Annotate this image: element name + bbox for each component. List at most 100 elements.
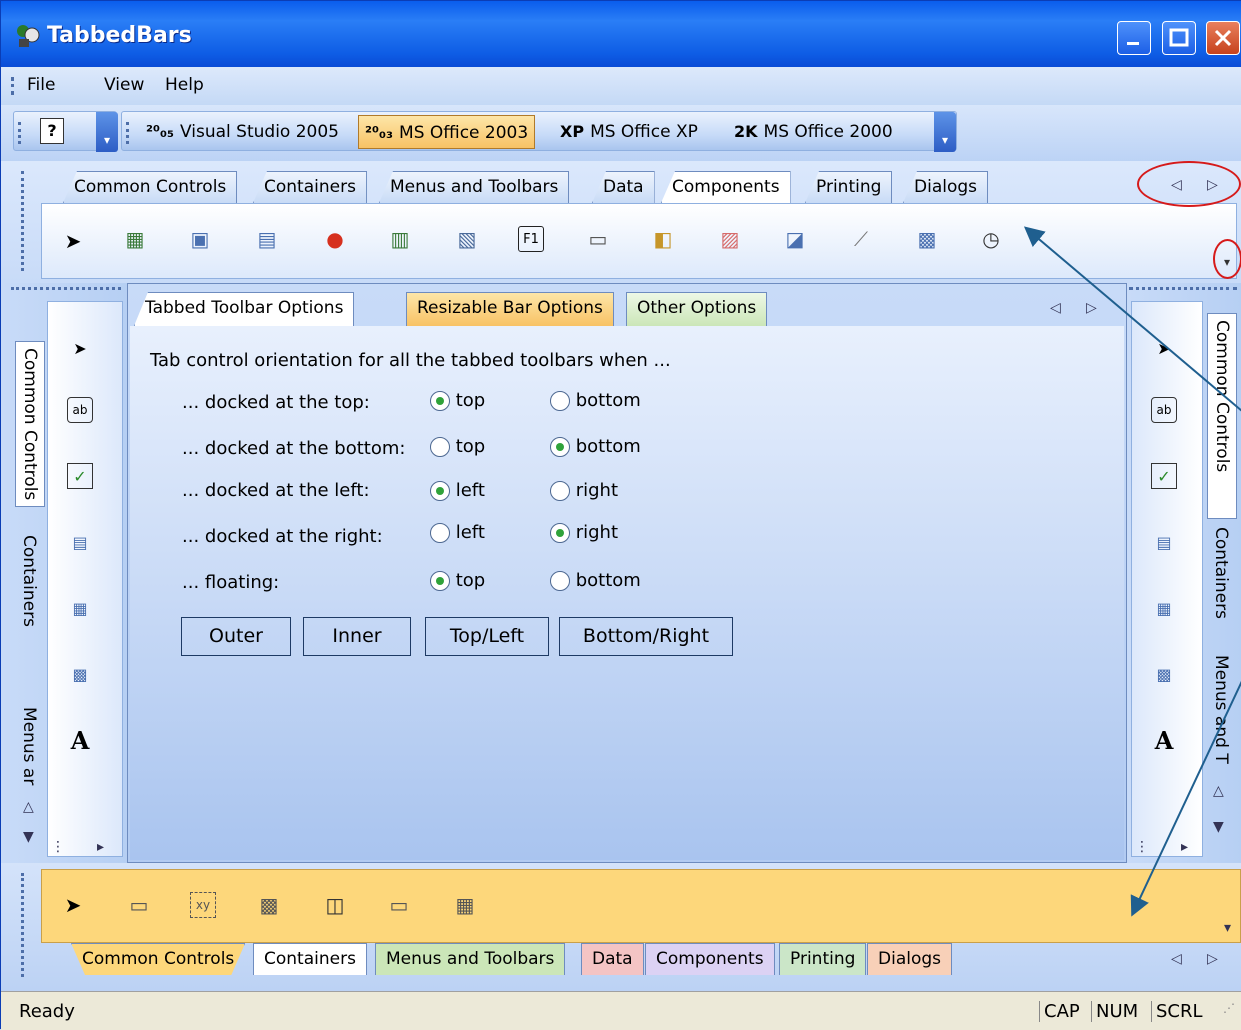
radio-icon[interactable]: [550, 571, 570, 591]
flowlayoutpanel-icon[interactable]: ▭: [126, 892, 152, 918]
tab-other-options[interactable]: Other Options: [626, 292, 768, 326]
scroll-up-icon[interactable]: △: [23, 799, 34, 815]
messagequeue-icon[interactable]: ◧: [650, 226, 676, 252]
errorprovider-icon[interactable]: ●: [322, 226, 348, 252]
timer-icon[interactable]: ◷: [978, 226, 1004, 252]
close-button[interactable]: [1206, 21, 1240, 55]
theme-office-2003-button[interactable]: ²⁰₀₃ MS Office 2003: [358, 115, 536, 149]
radio-icon[interactable]: [550, 523, 570, 543]
radio-left-docked-right[interactable]: left: [430, 522, 485, 543]
textbox-icon[interactable]: ab: [1151, 397, 1177, 423]
imagelist-icon[interactable]: ▭: [585, 226, 611, 252]
toolbar-grip[interactable]: [21, 873, 24, 977]
splitcontainer-icon[interactable]: ◫: [322, 892, 348, 918]
scroll-down-icon[interactable]: ▼: [23, 829, 34, 845]
performancecounter-icon[interactable]: ▨: [717, 226, 743, 252]
checkbox-icon[interactable]: ✓: [67, 463, 93, 489]
menu-file[interactable]: File: [27, 75, 55, 95]
resize-grip-icon[interactable]: ⋰: [1223, 1001, 1235, 1015]
radio-icon[interactable]: [550, 481, 570, 501]
eventlog-icon[interactable]: ▧: [454, 226, 480, 252]
groupbox-icon[interactable]: xy: [190, 892, 216, 918]
menu-view[interactable]: View: [104, 75, 144, 95]
scroll-right-icon[interactable]: ▷: [1086, 300, 1097, 316]
radio-bottom-docked-bottom[interactable]: bottom: [550, 436, 641, 457]
toolbar-grip[interactable]: [126, 122, 129, 144]
tab-printing[interactable]: Printing: [779, 943, 867, 975]
combobox-icon[interactable]: ▦: [67, 595, 93, 621]
bindingsource-icon[interactable]: ▣: [187, 226, 213, 252]
scroll-up-icon[interactable]: △: [1213, 783, 1224, 799]
tab-tabbed-toolbar-options[interactable]: Tabbed Toolbar Options: [134, 292, 355, 326]
radio-left-docked-left[interactable]: left: [430, 480, 485, 501]
radio-top-floating[interactable]: top: [430, 570, 485, 591]
directorysearcher-icon[interactable]: ▥: [387, 226, 413, 252]
help-icon[interactable]: ?: [40, 118, 64, 144]
tab-containers[interactable]: Containers: [253, 943, 367, 975]
radio-icon[interactable]: [550, 391, 570, 411]
tab-data[interactable]: Data: [592, 171, 655, 203]
toolbar-overflow-chevron[interactable]: ▾: [934, 112, 956, 152]
serialport-icon[interactable]: ⟋: [848, 226, 874, 252]
radio-right-docked-right[interactable]: right: [550, 522, 618, 543]
pointer-icon[interactable]: ➤: [1151, 335, 1177, 361]
tab-components[interactable]: Components: [661, 171, 791, 203]
outer-button[interactable]: Outer: [181, 617, 291, 656]
pointer-icon[interactable]: ➤: [60, 228, 86, 254]
scroll-right-icon[interactable]: ▷: [1207, 951, 1218, 967]
tab-components[interactable]: Components: [645, 943, 775, 975]
servicecontroller-icon[interactable]: ▩: [914, 226, 940, 252]
dataset-icon[interactable]: ▦: [122, 226, 148, 252]
helpprovider-icon[interactable]: F1: [518, 226, 544, 252]
tab-data[interactable]: Data: [581, 943, 644, 975]
tab-common-controls[interactable]: Common Controls: [71, 943, 245, 975]
tab-dialogs[interactable]: Dialogs: [903, 171, 989, 203]
right-tab-containers[interactable]: Containers: [1207, 521, 1235, 625]
theme-office-2000-button[interactable]: 2K MS Office 2000: [728, 115, 899, 149]
toolbar-overflow-chevron[interactable]: ▾: [1224, 920, 1231, 936]
radio-top-docked-bottom[interactable]: top: [430, 436, 485, 457]
radio-icon[interactable]: [430, 437, 450, 457]
radio-icon[interactable]: [430, 571, 450, 591]
radio-icon[interactable]: [430, 481, 450, 501]
radio-icon[interactable]: [550, 437, 570, 457]
panel-icon[interactable]: ▩: [256, 892, 282, 918]
tab-menus-and-toolbars[interactable]: Menus and Toolbars: [379, 171, 570, 203]
toolbar-expand-icon[interactable]: ▸: [97, 839, 104, 855]
combobox-icon[interactable]: ▦: [1151, 595, 1177, 621]
top-left-button[interactable]: Top/Left: [425, 617, 549, 656]
tabcontrol-icon[interactable]: ▭: [386, 892, 412, 918]
datetimepicker-icon[interactable]: ▩: [1151, 661, 1177, 687]
tablelayoutpanel-icon[interactable]: ▦: [452, 892, 478, 918]
theme-visual-studio-2005-button[interactable]: ²⁰₀₅ Visual Studio 2005: [140, 115, 345, 149]
toolbar-expand-icon[interactable]: ▸: [1181, 839, 1188, 855]
inner-button[interactable]: Inner: [303, 617, 411, 656]
theme-office-xp-button[interactable]: XP MS Office XP: [554, 115, 704, 149]
left-tab-containers[interactable]: Containers: [15, 529, 43, 633]
tab-menus-and-toolbars[interactable]: Menus and Toolbars: [375, 943, 566, 975]
menu-grip[interactable]: [11, 77, 14, 95]
radio-bottom-floating[interactable]: bottom: [550, 570, 641, 591]
toolbar-more-icon[interactable]: ⋮: [51, 839, 65, 855]
right-tab-menus[interactable]: Menus and T: [1207, 649, 1235, 770]
datetimepicker-icon[interactable]: ▩: [67, 661, 93, 687]
tab-containers[interactable]: Containers: [253, 171, 367, 203]
bottom-right-button[interactable]: Bottom/Right: [559, 617, 733, 656]
radio-icon[interactable]: [430, 523, 450, 543]
pointer-icon[interactable]: ➤: [67, 335, 93, 361]
maximize-button[interactable]: [1162, 21, 1196, 55]
scroll-left-icon[interactable]: ◁: [1050, 300, 1061, 316]
textbox-icon[interactable]: ab: [67, 397, 93, 423]
toolbar-grip[interactable]: [1129, 287, 1237, 290]
scroll-left-icon[interactable]: ◁: [1171, 951, 1182, 967]
label-icon[interactable]: A: [67, 726, 93, 755]
tab-printing[interactable]: Printing: [805, 171, 893, 203]
checkedlist-icon[interactable]: ▤: [67, 529, 93, 555]
radio-top-docked-top[interactable]: top: [430, 390, 485, 411]
label-icon[interactable]: A: [1151, 726, 1177, 755]
left-tab-menus[interactable]: Menus ar: [15, 701, 43, 791]
menu-help[interactable]: Help: [165, 75, 204, 95]
process-icon[interactable]: ◪: [782, 226, 808, 252]
radio-bottom-docked-top[interactable]: bottom: [550, 390, 641, 411]
pointer-icon[interactable]: ➤: [60, 892, 86, 918]
